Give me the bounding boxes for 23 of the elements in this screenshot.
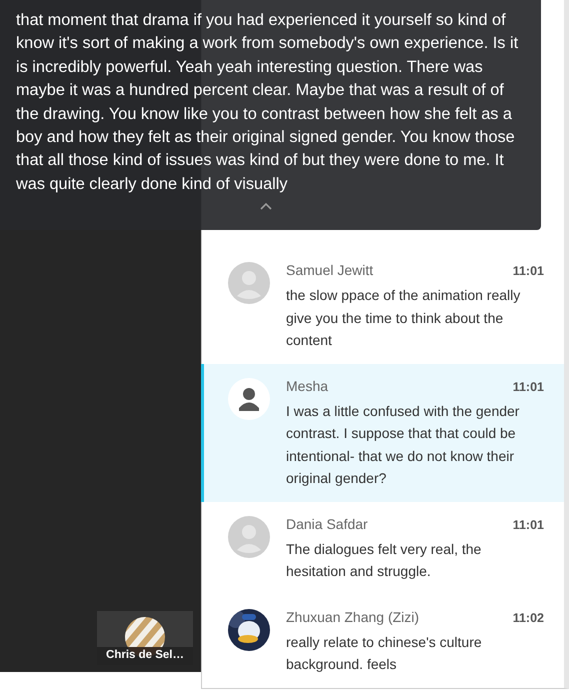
message-text: The dialogues felt very real, the hesitation and struggle. [286,540,482,581]
message-time: 11:01 [512,380,544,394]
chevron-up-icon[interactable] [258,200,274,212]
sender-name: Mesha [286,378,328,394]
message-text: the slow ppace of the animation really give you the time to think about the content [286,286,522,350]
message-time: 11:01 [512,264,544,278]
avatar-icon [228,516,270,558]
participant-name: Chris de Sel… [97,647,193,665]
sender-name: Zhuxuan Zhang (Zizi) [286,608,420,624]
chat-message[interactable]: Samuel Jewitt 11:01 the slow ppace of the animation really give you the time to think about the content [201,248,564,364]
message-time: 11:02 [512,610,544,624]
sender-name: Samuel Jewitt [286,262,374,278]
sender-name: Dania Safdar [286,516,368,532]
chat-message[interactable]: Zhuxuan Zhang (Zizi) 11:02 really relate to chinese's culture background. feels [201,594,564,688]
message-time: 11:01 [512,518,544,532]
avatar-icon [228,262,270,304]
message-text: I was a little confused with the gender contrast. I suppose that that could be intentional- that we do not know their original gender? [286,402,520,488]
participant-tile[interactable]: Chris de Sel… [97,611,193,665]
chat-message[interactable]: Dania Safdar 11:01 The dialogues felt very real, the hesitation and struggle. [201,502,564,594]
chat-message[interactable]: Mesha 11:01 I was a little confused with the gender contrast. I suppose that that could be intentional- that we do not know their original gender? [201,364,564,502]
caption-text: that moment that drama if you had experienced it yourself so kind of know it's sort of making a work from somebody's own experience. Is it is incredibly powerful. Yeah yeah interesting question. There was maybe it was a hundred percent clear. Maybe that was a result of of the drawing. You know like you to contrast between how she felt as a boy and how they felt as their original signed gender. You know those that all those kind of issues was kind of but they were done to me. It was quite clearly done kind of visually [16,10,520,195]
message-text: really relate to chinese's culture background. feels [286,632,483,674]
avatar-icon [228,378,270,420]
